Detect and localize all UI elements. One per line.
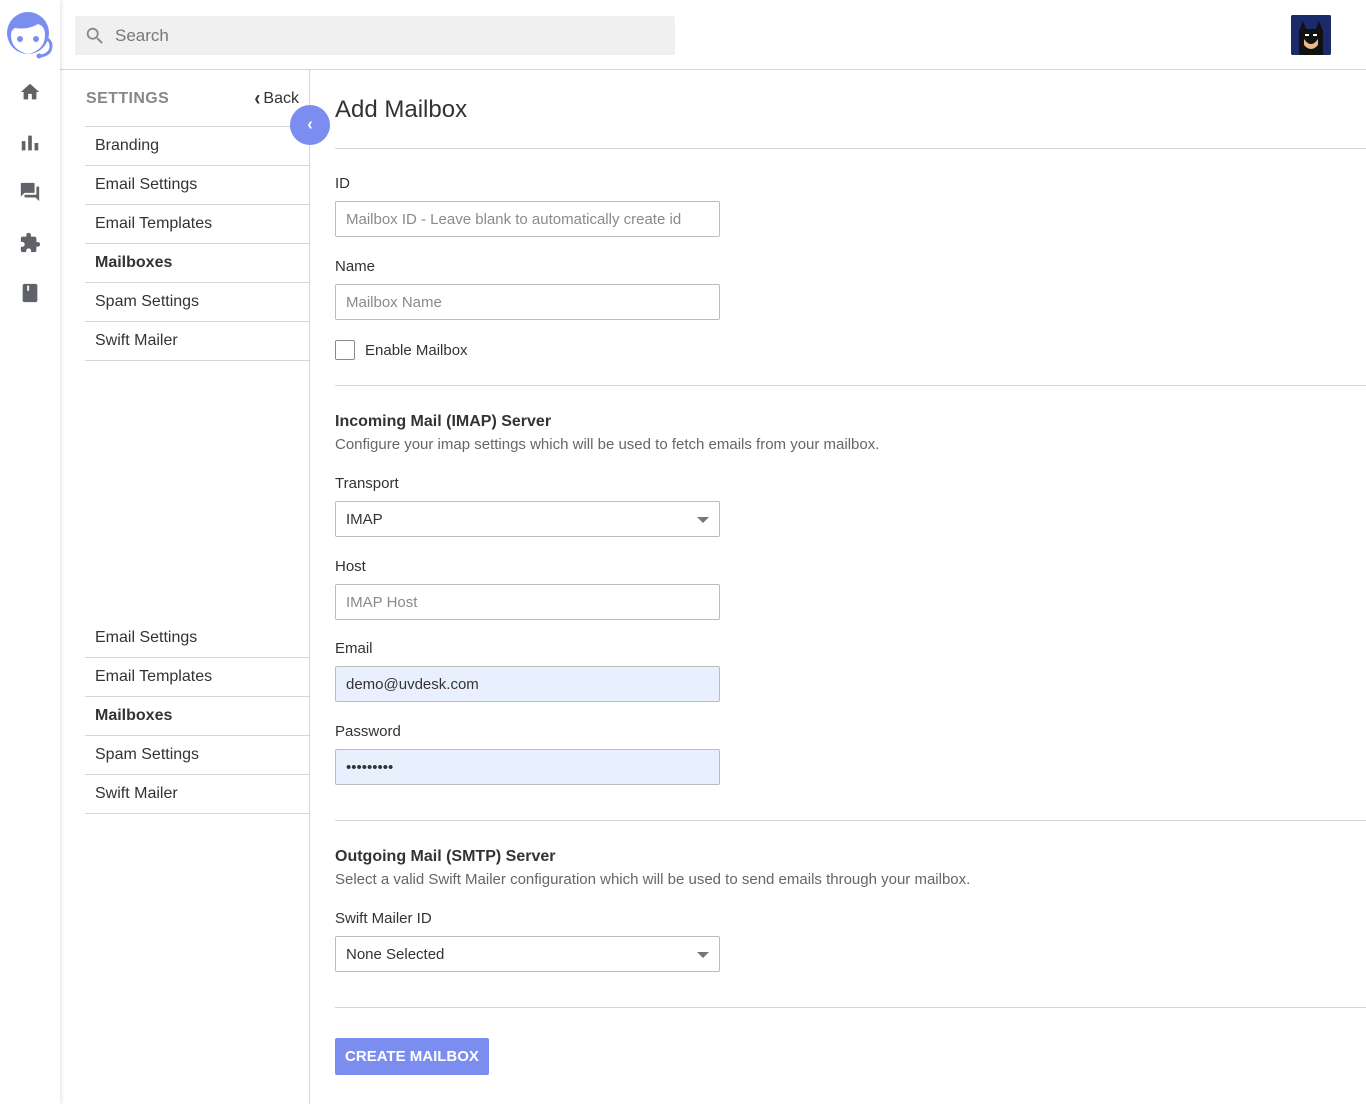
settings-menu: Branding Email Settings Email Templates … <box>85 126 309 361</box>
password-label: Password <box>335 723 401 740</box>
mailbox-name-input[interactable] <box>335 284 720 320</box>
divider <box>335 385 1366 386</box>
home-icon[interactable] <box>18 80 42 104</box>
enable-mailbox-checkbox[interactable] <box>335 340 355 360</box>
add-mailbox-form: Add Mailbox ID Name Enable Mailbox Incom… <box>335 70 1366 1104</box>
enable-mailbox-label: Enable Mailbox <box>365 341 468 359</box>
page-title: Add Mailbox <box>335 96 468 123</box>
swift-mailer-value: None Selected <box>346 945 445 963</box>
menu-item-spam-settings[interactable]: Spam Settings <box>85 283 309 322</box>
menu-item-email-settings[interactable]: Email Settings <box>85 619 309 658</box>
create-mailbox-button[interactable]: CREATE MAILBOX <box>335 1038 489 1075</box>
chevron-left-icon: ‹ <box>254 85 261 110</box>
imap-host-input[interactable] <box>335 584 720 620</box>
logo-icon[interactable] <box>5 8 55 60</box>
menu-item-branding[interactable]: Branding <box>85 127 309 166</box>
host-label: Host <box>335 558 366 575</box>
transport-value: IMAP <box>346 510 383 528</box>
divider <box>335 820 1366 821</box>
search-box[interactable] <box>75 16 675 55</box>
puzzle-icon[interactable] <box>18 231 42 255</box>
name-label: Name <box>335 258 376 275</box>
icon-rail <box>0 0 60 1104</box>
transport-select[interactable]: IMAP <box>335 501 720 537</box>
menu-item-swift-mailer[interactable]: Swift Mailer <box>85 322 309 361</box>
divider <box>335 148 1366 149</box>
bar-chart-icon[interactable] <box>18 131 42 155</box>
email-input[interactable] <box>335 666 720 702</box>
menu-item-mailboxes[interactable]: Mailboxes <box>85 244 309 283</box>
divider <box>335 1007 1366 1008</box>
back-link[interactable]: ‹ Back <box>254 85 299 110</box>
menu-item-swift-mailer[interactable]: Swift Mailer <box>85 775 309 814</box>
search-input[interactable] <box>115 25 655 46</box>
password-input[interactable] <box>335 749 720 785</box>
smtp-section-description: Select a valid Swift Mailer configuratio… <box>335 871 971 888</box>
transport-label: Transport <box>335 475 399 492</box>
chevron-left-icon: ‹ <box>307 115 313 134</box>
collapse-panel-button[interactable]: ‹ <box>290 105 330 145</box>
menu-item-email-templates[interactable]: Email Templates <box>85 658 309 697</box>
caret-down-icon <box>697 517 709 523</box>
mailbox-id-input[interactable] <box>335 201 720 237</box>
swift-mailer-label: Swift Mailer ID <box>335 910 432 927</box>
settings-menu-secondary: Email Settings Email Templates Mailboxes… <box>85 619 309 814</box>
menu-item-mailboxes[interactable]: Mailboxes <box>85 697 309 736</box>
menu-item-email-templates[interactable]: Email Templates <box>85 205 309 244</box>
settings-title: SETTINGS <box>86 90 170 107</box>
forum-icon[interactable] <box>18 180 42 204</box>
search-icon <box>86 27 103 44</box>
top-bar <box>60 0 1366 70</box>
caret-down-icon <box>697 952 709 958</box>
smtp-section-title: Outgoing Mail (SMTP) Server <box>335 848 556 865</box>
menu-item-spam-settings[interactable]: Spam Settings <box>85 736 309 775</box>
imap-section-description: Configure your imap settings which will … <box>335 436 880 453</box>
avatar[interactable] <box>1291 15 1331 55</box>
swift-mailer-select[interactable]: None Selected <box>335 936 720 972</box>
enable-mailbox-row[interactable]: Enable Mailbox <box>335 340 468 360</box>
back-label: Back <box>263 89 299 107</box>
imap-section-title: Incoming Mail (IMAP) Server <box>335 413 552 430</box>
settings-header: SETTINGS ‹ Back <box>86 85 309 127</box>
settings-panel: SETTINGS ‹ Back Branding Email Settings … <box>60 70 310 1104</box>
menu-item-email-settings[interactable]: Email Settings <box>85 166 309 205</box>
id-label: ID <box>335 175 350 192</box>
email-label: Email <box>335 640 373 657</box>
bookmark-icon[interactable] <box>18 281 42 305</box>
